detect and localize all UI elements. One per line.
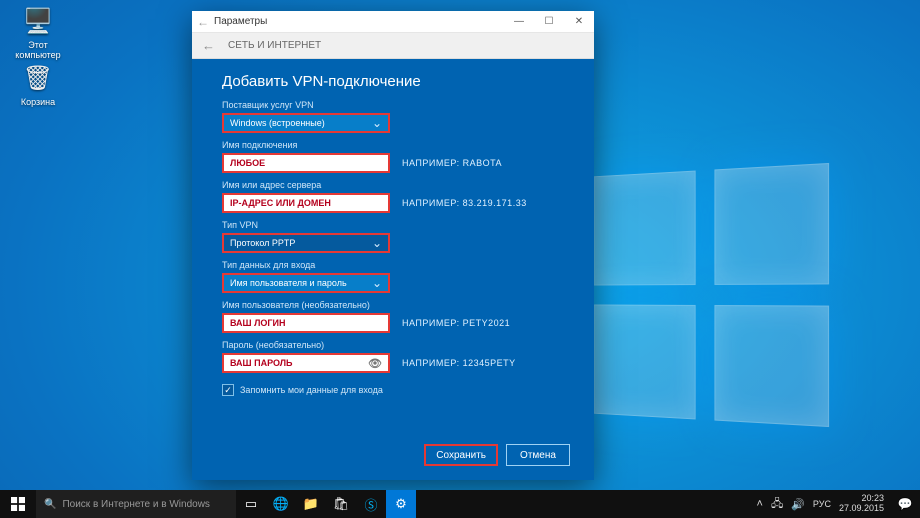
connection-name-input[interactable]: ЛЮБОЕ	[222, 153, 390, 173]
taskbar-app-skype[interactable]: Ⓢ	[356, 490, 386, 518]
hint-text: НАПРИМЕР: RABOTA	[402, 158, 502, 168]
network-icon[interactable]: 🖧	[771, 495, 783, 514]
signin-type-select[interactable]: Имя пользователя и пароль	[222, 273, 390, 293]
panel-title: Добавить VPN-подключение	[222, 73, 566, 90]
windows-icon	[11, 497, 25, 511]
vpn-type-select[interactable]: Протокол PPTP	[222, 233, 390, 253]
breadcrumb-bar: ← СЕТЬ И ИНТЕРНЕТ	[192, 33, 594, 59]
password-input[interactable]: ВАШ ПАРОЛЬ 👁	[222, 353, 390, 373]
maximize-button[interactable]: ☐	[534, 11, 564, 33]
volume-icon[interactable]: 🔊	[791, 498, 805, 511]
save-button[interactable]: Сохранить	[424, 444, 498, 466]
action-center-button[interactable]: 💬	[890, 490, 920, 518]
remember-credentials-checkbox[interactable]: ✓ Запомнить мои данные для входа	[222, 384, 566, 396]
recycle-bin-icon	[22, 62, 54, 94]
desktop-icon-this-pc[interactable]: Этот компьютер	[8, 5, 68, 60]
server-address-input[interactable]: IP-АДРЕС ИЛИ ДОМЕН	[222, 193, 390, 213]
settings-window: ← Параметры — ☐ ✕ ← СЕТЬ И ИНТЕРНЕТ Доба…	[192, 11, 594, 480]
taskbar-search[interactable]: 🔍 Поиск в Интернете и в Windows	[36, 490, 236, 518]
titlebar: ← Параметры — ☐ ✕	[192, 11, 594, 33]
breadcrumb: СЕТЬ И ИНТЕРНЕТ	[228, 40, 321, 51]
hint-text: НАПРИМЕР: 83.219.171.33	[402, 198, 527, 208]
field-label-signin-type: Тип данных для входа	[222, 260, 566, 270]
hint-text: НАПРИМЕР: PETY2021	[402, 318, 510, 328]
start-button[interactable]	[0, 490, 36, 518]
tray-expand-icon[interactable]: ˄	[757, 498, 763, 510]
field-label-conn-name: Имя подключения	[222, 140, 566, 150]
window-title: Параметры	[214, 16, 504, 27]
back-icon[interactable]: ←	[202, 38, 215, 53]
taskbar-app-explorer[interactable]: 📁	[296, 490, 326, 518]
search-icon: 🔍	[44, 499, 56, 510]
desktop-icon-label: Этот компьютер	[8, 40, 68, 60]
taskbar-clock[interactable]: 20:23 27.09.2015	[839, 494, 884, 514]
reveal-password-icon[interactable]: 👁	[368, 357, 382, 370]
vpn-panel: Добавить VPN-подключение Поставщик услуг…	[192, 59, 594, 480]
field-label-vpn-type: Тип VPN	[222, 220, 566, 230]
language-indicator[interactable]: РУС	[813, 499, 831, 509]
desktop-icon-recycle-bin[interactable]: Корзина	[8, 62, 68, 107]
hint-text: НАПРИМЕР: 12345PETY	[402, 358, 516, 368]
windows-logo-art	[593, 163, 829, 427]
field-label-server: Имя или адрес сервера	[222, 180, 566, 190]
field-label-password: Пароль (необязательно)	[222, 340, 566, 350]
taskbar-app-settings[interactable]: ⚙	[386, 490, 416, 518]
desktop-icon-label: Корзина	[8, 97, 68, 107]
taskbar-app-store[interactable]: 🛍	[326, 490, 356, 518]
pc-icon	[22, 5, 54, 37]
username-input[interactable]: ВАШ ЛОГИН	[222, 313, 390, 333]
system-tray: ˄ 🖧 🔊 РУС 20:23 27.09.2015	[751, 490, 890, 518]
checkbox-icon: ✓	[222, 384, 234, 396]
vpn-provider-select[interactable]: Windows (встроенные)	[222, 113, 390, 133]
task-view-button[interactable]: ▭	[236, 490, 266, 518]
close-button[interactable]: ✕	[564, 11, 594, 33]
taskbar: 🔍 Поиск в Интернете и в Windows ▭ 🌐 📁 🛍 …	[0, 490, 920, 518]
field-label-username: Имя пользователя (необязательно)	[222, 300, 566, 310]
cancel-button[interactable]: Отмена	[506, 444, 570, 466]
minimize-button[interactable]: —	[504, 11, 534, 33]
taskbar-app-edge[interactable]: 🌐	[266, 490, 296, 518]
field-label-provider: Поставщик услуг VPN	[222, 100, 566, 110]
back-icon[interactable]: ←	[192, 15, 214, 29]
